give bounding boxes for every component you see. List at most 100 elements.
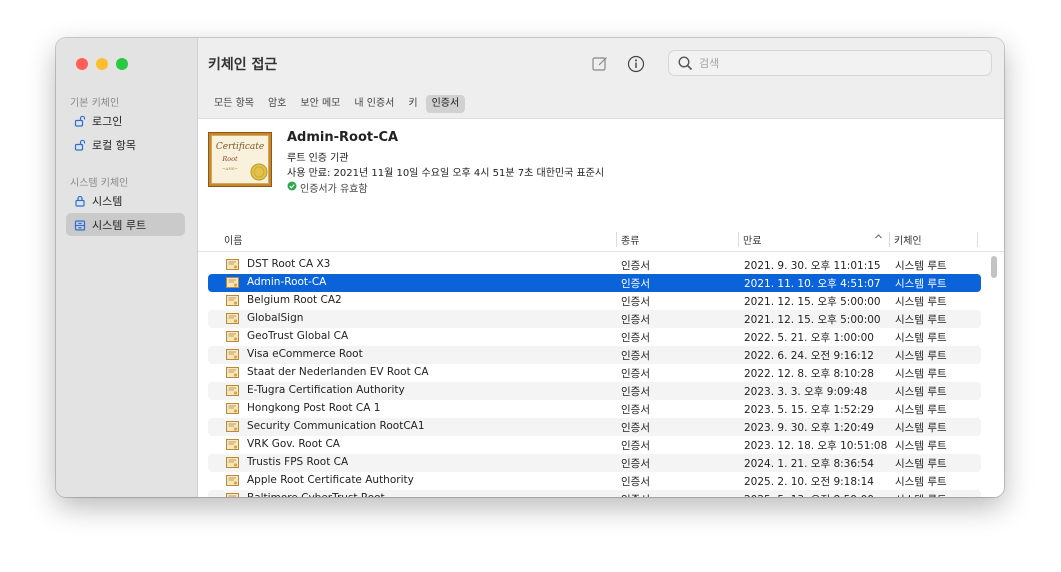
certificate-expiry: 사용 만료: 2021년 11월 10일 수요일 오후 4시 51분 7초 대한…	[287, 168, 605, 179]
certificate-type: 루트 인증 기관	[287, 153, 349, 164]
cell-name: Baltimore CyberTrust Root	[247, 492, 385, 497]
certificate-icon	[226, 259, 239, 270]
vertical-scrollbar[interactable]	[989, 256, 999, 496]
cell-kind: 인증서	[621, 260, 650, 272]
sidebar-item-local-items[interactable]: 로컬 항목	[66, 133, 185, 156]
cell-keychain: 시스템 루트	[895, 458, 947, 470]
table-row[interactable]: Security Communication RootCA1 인증서 2023.…	[208, 418, 981, 436]
table-row[interactable]: Staat der Nederlanden EV Root CA 인증서 202…	[208, 364, 981, 382]
sidebar-item-system[interactable]: 시스템	[66, 189, 185, 212]
cell-name: Visa eCommerce Root	[247, 348, 363, 360]
sort-ascending-icon	[874, 232, 883, 244]
column-header-kind[interactable]: 종류	[621, 232, 639, 247]
cell-keychain: 시스템 루트	[895, 314, 947, 326]
cell-name: GlobalSign	[247, 312, 304, 324]
cell-keychain: 시스템 루트	[895, 260, 947, 272]
table-row[interactable]: Admin-Root-CA 인증서 2021. 11. 10. 오후 4:51:…	[208, 274, 981, 292]
cell-keychain: 시스템 루트	[895, 296, 947, 308]
column-divider[interactable]	[616, 232, 617, 247]
info-icon[interactable]	[626, 54, 646, 74]
cell-kind: 인증서	[621, 350, 650, 362]
tab-certificates[interactable]: 인증서	[425, 95, 466, 113]
certificate-icon	[226, 421, 239, 432]
certificate-name: Admin-Root-CA	[287, 130, 399, 145]
table-header: 이름 종류 만료 키체인	[198, 229, 1004, 252]
cell-keychain: 시스템 루트	[895, 440, 947, 452]
cell-kind: 인증서	[621, 368, 650, 380]
column-divider[interactable]	[977, 232, 978, 247]
cell-name: DST Root CA X3	[247, 258, 331, 270]
certificate-icon	[226, 331, 239, 342]
column-divider[interactable]	[738, 232, 739, 247]
cell-name: Trustis FPS Root CA	[247, 456, 349, 468]
cell-kind: 인증서	[621, 476, 650, 488]
column-header-keychain[interactable]: 키체인	[894, 232, 922, 247]
cell-keychain: 시스템 루트	[895, 368, 947, 380]
table-row[interactable]: E-Tugra Certification Authority 인증서 2023…	[208, 382, 981, 400]
cell-name: E-Tugra Certification Authority	[247, 384, 405, 396]
keychain-window: 기본 키체인 로그인 로컬 항목 시스템 키체인 시스템 시스템 루트 키체인 …	[56, 38, 1004, 497]
cell-keychain: 시스템 루트	[895, 422, 947, 434]
table-row[interactable]: Visa eCommerce Root 인증서 2022. 6. 24. 오전 …	[208, 346, 981, 364]
search-input[interactable]	[699, 55, 979, 71]
column-header-name[interactable]: 이름	[224, 232, 242, 247]
column-divider[interactable]	[889, 232, 890, 247]
zoom-button[interactable]	[116, 58, 128, 70]
tab-keys[interactable]: 키	[402, 95, 423, 113]
certificate-image-root: Root	[221, 155, 238, 163]
cell-keychain: 시스템 루트	[895, 350, 947, 362]
toolbar: 키체인 접근 모든 항목 암호 보안 메모 내 인증서 키 인증서	[198, 38, 1004, 119]
table-row[interactable]: GeoTrust Global CA 인증서 2022. 5. 21. 오후 1…	[208, 328, 981, 346]
cell-keychain: 시스템 루트	[895, 404, 947, 416]
cell-expires: 2022. 12. 8. 오후 8:10:28	[744, 368, 874, 380]
scrollbar-thumb[interactable]	[991, 256, 997, 278]
certificate-image-scribble: ~ANS~	[222, 166, 238, 171]
table-row[interactable]: Hongkong Post Root CA 1 인증서 2023. 5. 15.…	[208, 400, 981, 418]
certificate-icon	[226, 295, 239, 306]
search-field[interactable]	[668, 50, 992, 76]
minimize-button[interactable]	[96, 58, 108, 70]
close-button[interactable]	[76, 58, 88, 70]
sidebar-item-label: 시스템 루트	[92, 218, 147, 232]
table-row[interactable]: Belgium Root CA2 인증서 2021. 12. 15. 오후 5:…	[208, 292, 981, 310]
table-row[interactable]: Trustis FPS Root CA 인증서 2024. 1. 21. 오후 …	[208, 454, 981, 472]
certificate-icon	[226, 277, 239, 288]
cell-expires: 2022. 5. 21. 오후 1:00:00	[744, 332, 874, 344]
cell-name: Admin-Root-CA	[247, 276, 327, 288]
cell-kind: 인증서	[621, 314, 650, 326]
cell-expires: 2021. 12. 15. 오후 5:00:00	[744, 296, 881, 308]
table-row[interactable]: VRK Gov. Root CA 인증서 2023. 12. 18. 오후 10…	[208, 436, 981, 454]
certificate-detail: Certificate Root ~ANS~ Admin-Root-CA 루트 …	[198, 119, 1004, 233]
compose-icon[interactable]	[590, 54, 610, 74]
sidebar-item-system-roots[interactable]: 시스템 루트	[66, 213, 185, 236]
certificate-icon	[226, 313, 239, 324]
certificate-icon	[226, 403, 239, 414]
certificate-icon	[226, 493, 239, 497]
cell-expires: 2021. 12. 15. 오후 5:00:00	[744, 314, 881, 326]
cell-name: GeoTrust Global CA	[247, 330, 349, 342]
cell-name: Hongkong Post Root CA 1	[247, 402, 381, 414]
table-row[interactable]: DST Root CA X3 인증서 2021. 9. 30. 오후 11:01…	[208, 256, 981, 274]
tab-all-items[interactable]: 모든 항목	[208, 95, 260, 113]
certificate-image: Certificate Root ~ANS~	[208, 132, 272, 187]
tab-my-certificates[interactable]: 내 인증서	[348, 95, 400, 113]
tab-passwords[interactable]: 암호	[262, 95, 292, 113]
cell-name: Apple Root Certificate Authority	[247, 474, 414, 486]
search-icon	[678, 56, 693, 74]
cell-expires: 2021. 9. 30. 오후 11:01:15	[744, 260, 881, 272]
table-row[interactable]: Apple Root Certificate Authority 인증서 202…	[208, 472, 981, 490]
cell-kind: 인증서	[621, 296, 650, 308]
table-row[interactable]: GlobalSign 인증서 2021. 12. 15. 오후 5:00:00 …	[208, 310, 981, 328]
check-circle-icon	[287, 181, 297, 194]
column-header-expires[interactable]: 만료	[743, 232, 761, 247]
sidebar-item-login[interactable]: 로그인	[66, 109, 185, 132]
cell-expires: 2025. 5. 13. 오전 8:59:00	[744, 492, 874, 497]
cell-expires: 2023. 12. 18. 오후 10:51:08	[744, 440, 888, 452]
cell-kind: 인증서	[621, 440, 650, 452]
cell-name: Staat der Nederlanden EV Root CA	[247, 366, 429, 378]
cell-name: Belgium Root CA2	[247, 294, 342, 306]
cell-kind: 인증서	[621, 386, 650, 398]
sidebar-section-default: 기본 키체인	[70, 98, 120, 109]
tab-secure-notes[interactable]: 보안 메모	[294, 95, 346, 113]
table-row[interactable]: Baltimore CyberTrust Root 인증서 2025. 5. 1…	[208, 490, 981, 497]
